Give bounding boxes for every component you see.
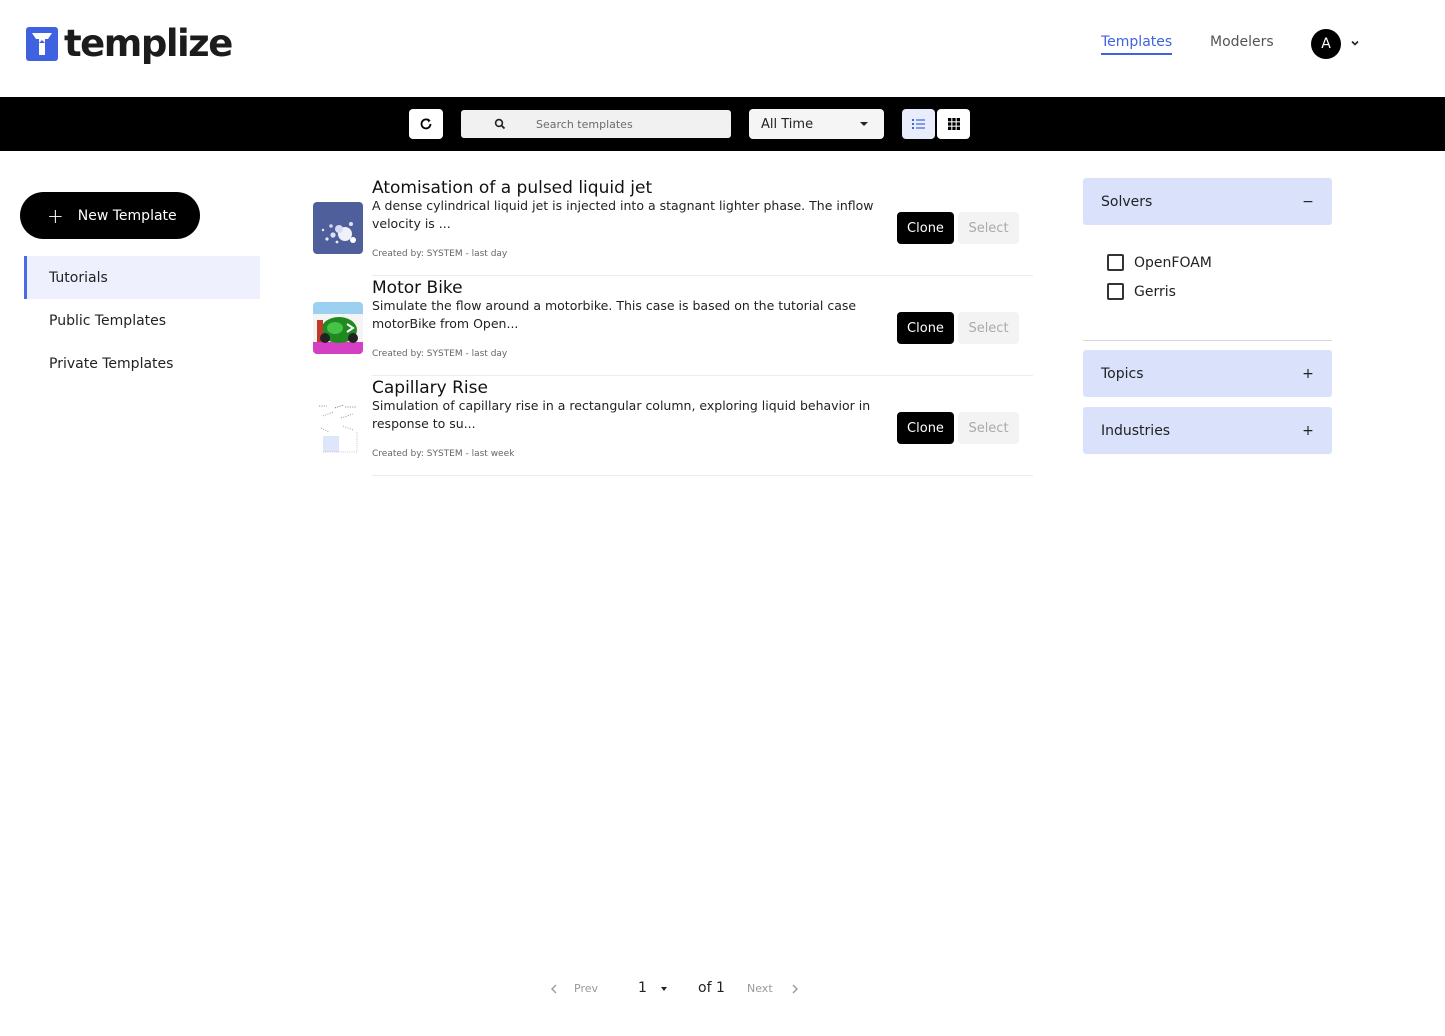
expand-icon[interactable]: +	[1302, 423, 1314, 439]
clone-button[interactable]: Clone	[897, 312, 954, 344]
solver-option-gerris[interactable]: Gerris	[1107, 277, 1332, 306]
template-thumbnail-capillary[interactable]	[313, 402, 363, 454]
template-thumbnail-motorbike[interactable]	[313, 302, 363, 354]
filter-header-solvers[interactable]: Solvers −	[1083, 178, 1332, 225]
clone-button[interactable]: Clone	[897, 212, 954, 244]
row-divider	[372, 475, 1033, 476]
select-button[interactable]: Select	[958, 412, 1019, 444]
template-meta: Created by: SYSTEM - last week	[372, 449, 515, 459]
sidebar-item-public-templates[interactable]: Public Templates	[24, 299, 260, 342]
sidebar-item-tutorials[interactable]: Tutorials	[24, 256, 260, 299]
logo-text: templize	[64, 22, 233, 65]
chevron-right-icon[interactable]	[791, 984, 799, 994]
template-row: Atomisation of a pulsed liquid jet A den…	[313, 178, 1033, 278]
logo-icon	[26, 27, 58, 61]
template-meta: Created by: SYSTEM - last day	[372, 249, 508, 259]
template-description: Simulation of capillary rise in a rectan…	[372, 398, 871, 431]
search-icon	[494, 118, 506, 130]
row-divider	[372, 275, 1033, 276]
next-page-button[interactable]: Next	[747, 982, 773, 995]
solver-option-label: OpenFOAM	[1134, 254, 1212, 271]
caret-down-icon[interactable]	[661, 987, 667, 991]
caret-down-icon	[860, 122, 868, 126]
grid-view-button[interactable]	[937, 109, 970, 139]
checkbox[interactable]	[1107, 283, 1124, 300]
search-input[interactable]	[536, 117, 716, 131]
time-filter-select[interactable]: All Time	[749, 109, 884, 139]
row-divider	[372, 375, 1033, 376]
time-filter-value: All Time	[761, 116, 814, 132]
new-template-button[interactable]: + New Template	[20, 192, 200, 239]
template-description: A dense cylindrical liquid jet is inject…	[372, 198, 874, 231]
template-description: Simulate the flow around a motorbike. Th…	[372, 298, 857, 331]
template-title[interactable]: Motor Bike	[372, 278, 463, 298]
toolbar: All Time	[0, 97, 1445, 151]
logo[interactable]: templize	[26, 22, 233, 66]
sidebar-item-label: Tutorials	[49, 269, 108, 286]
template-row: Motor Bike Simulate the flow around a mo…	[313, 278, 1033, 378]
refresh-button[interactable]	[409, 109, 443, 139]
app-header: templize Templates Modelers A	[0, 0, 1445, 97]
pagination: Prev 1 of 1 Next	[546, 976, 806, 1000]
nav-templates[interactable]: Templates	[1101, 34, 1173, 55]
avatar[interactable]: A	[1311, 29, 1341, 59]
avatar-initial: A	[1321, 36, 1331, 52]
sidebar-item-private-templates[interactable]: Private Templates	[24, 342, 260, 385]
select-button[interactable]: Select	[958, 312, 1019, 344]
sidebar-item-label: Private Templates	[49, 355, 174, 372]
chevron-left-icon[interactable]	[550, 984, 558, 994]
page-select[interactable]: 1	[638, 980, 647, 996]
filter-title: Industries	[1101, 422, 1171, 439]
refresh-icon	[420, 118, 432, 130]
filter-title: Topics	[1101, 365, 1144, 382]
collapse-icon[interactable]: −	[1302, 194, 1314, 210]
solver-options: OpenFOAM Gerris	[1083, 225, 1332, 341]
sidebar-nav: Tutorials Public Templates Private Templ…	[24, 256, 260, 385]
select-button[interactable]: Select	[958, 212, 1019, 244]
template-title[interactable]: Atomisation of a pulsed liquid jet	[372, 178, 652, 198]
page-total: of 1	[698, 980, 725, 996]
sidebar-item-label: Public Templates	[49, 312, 167, 329]
solver-option-openfoam[interactable]: OpenFOAM	[1107, 248, 1332, 277]
clone-button[interactable]: Clone	[897, 412, 954, 444]
template-thumbnail-jet[interactable]	[313, 202, 363, 254]
solver-option-label: Gerris	[1134, 283, 1176, 300]
prev-page-button[interactable]: Prev	[574, 982, 598, 995]
filter-header-industries[interactable]: Industries +	[1083, 407, 1332, 454]
chevron-down-icon[interactable]	[1350, 38, 1360, 48]
plus-icon: +	[47, 203, 64, 228]
list-icon	[912, 119, 925, 129]
template-title[interactable]: Capillary Rise	[372, 378, 488, 398]
template-row: Capillary Rise Simulation of capillary r…	[313, 378, 1033, 478]
nav-modelers[interactable]: Modelers	[1210, 34, 1274, 50]
grid-icon	[947, 118, 960, 130]
search-box	[461, 110, 731, 138]
expand-icon[interactable]: +	[1302, 366, 1314, 382]
new-template-label: New Template	[77, 207, 177, 224]
filter-header-topics[interactable]: Topics +	[1083, 350, 1332, 397]
filter-title: Solvers	[1101, 193, 1153, 210]
checkbox[interactable]	[1107, 254, 1124, 271]
template-list: Atomisation of a pulsed liquid jet A den…	[313, 178, 1033, 478]
template-meta: Created by: SYSTEM - last day	[372, 349, 508, 359]
list-view-button[interactable]	[902, 109, 935, 139]
filters-panel: Solvers − OpenFOAM Gerris Topics + Indus…	[1083, 178, 1332, 454]
